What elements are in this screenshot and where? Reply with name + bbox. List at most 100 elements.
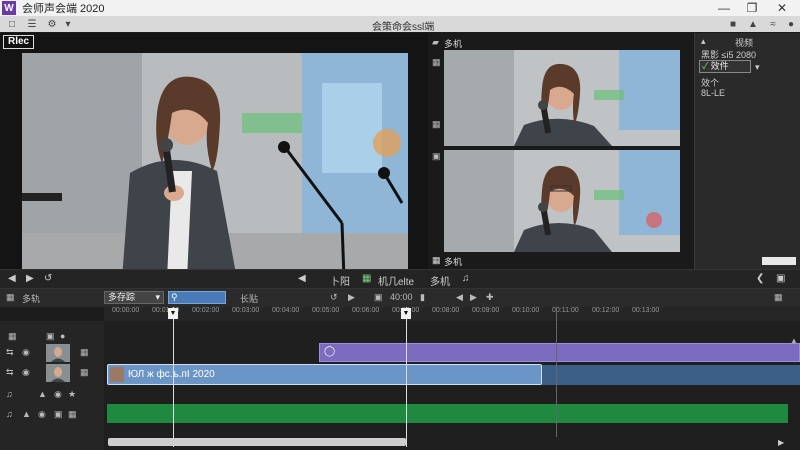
track-headers: ▦ ▣ ● ⇆ ◉ ▦ ⇆ ◉ ▦ ♫ ▲ ◉ ★ ♫ ▲ ◉ ▣ ▦	[0, 321, 104, 450]
playhead-start-handle[interactable]: ▼	[168, 308, 178, 319]
link-icon[interactable]: ⇆	[6, 347, 14, 358]
playhead-start[interactable]	[173, 307, 174, 447]
check-icon: ✓	[702, 61, 711, 71]
camera-icon[interactable]: ▰	[432, 37, 439, 48]
chevron-down-icon: ▾	[155, 292, 160, 302]
user-icon[interactable]: ●	[785, 18, 797, 30]
panel-item-selected[interactable]: ✓ 效件	[699, 60, 751, 73]
audio-icon[interactable]: ♫	[462, 273, 470, 284]
frame-icon[interactable]: ▣	[374, 292, 383, 303]
ruler-tick: 00:12:00	[592, 307, 620, 314]
track-settings-icon[interactable]: ▦	[6, 292, 15, 303]
playhead-end-handle[interactable]: ▼	[401, 308, 411, 319]
music-track-icon[interactable]: ♫	[6, 409, 13, 419]
multicam-icon[interactable]: ▦	[362, 273, 371, 284]
minimize-icon[interactable]: —	[712, 0, 736, 16]
home-icon[interactable]: □	[6, 18, 18, 30]
lock-icon[interactable]: ▣	[54, 409, 63, 420]
timeline-ruler[interactable]: 00:00:00 00:01:00 00:02:00 00:03:00 00:0…	[104, 307, 800, 321]
mute-icon[interactable]: ◉	[38, 409, 46, 420]
next-icon[interactable]: ▶	[470, 292, 477, 303]
playhead-end[interactable]	[406, 307, 407, 447]
window-title: 会师声会端 2020	[22, 3, 105, 15]
play-icon[interactable]: ▶	[348, 292, 355, 303]
track-header-row: ♫ ▲ ◉ ▣ ▦	[0, 405, 104, 425]
speaker-icon[interactable]: ▲	[38, 389, 47, 399]
panel-scrollbar[interactable]	[762, 257, 796, 265]
playback-label-1: 卜阳	[330, 277, 350, 288]
play-icon[interactable]: ▶	[26, 273, 34, 284]
link-icon[interactable]: ⇆	[6, 367, 14, 378]
cam-bottom-icon[interactable]: ▦	[432, 255, 441, 266]
video-clip-label: ЮЛ ж фс.ъ.пI 2020	[128, 369, 215, 380]
rewind-icon[interactable]: ◀	[298, 273, 306, 284]
fx-icon[interactable]: ▦	[68, 409, 77, 420]
marker-line	[556, 307, 557, 437]
title-clip[interactable]: ◯	[319, 343, 800, 362]
ruler-tick: 00:06:00	[352, 307, 380, 314]
track-header-row: ⇆ ◉ ▦	[0, 363, 104, 383]
star-icon[interactable]: ★	[68, 389, 76, 400]
loop-icon[interactable]: ↺	[44, 273, 52, 284]
panel-item-2: 效件	[710, 61, 729, 71]
skip-back-icon[interactable]: ◀	[8, 273, 16, 284]
user-icon[interactable]: ●	[60, 331, 65, 341]
main-preview-panel: Rlec	[0, 33, 428, 279]
lock-icon[interactable]: ▣	[46, 331, 55, 342]
eye-icon[interactable]: ◉	[22, 367, 30, 378]
clip-thumbnail	[110, 367, 124, 382]
bell-icon[interactable]: ▲	[747, 18, 759, 30]
camera-2-frame[interactable]	[444, 150, 680, 252]
main-video-frame[interactable]	[22, 53, 408, 279]
chevron-down-icon[interactable]: ▾	[755, 62, 760, 73]
camera-1-frame[interactable]	[444, 50, 680, 146]
audio-track-icon[interactable]: ♫	[6, 389, 13, 399]
close-icon[interactable]: ✕	[770, 0, 794, 16]
horizontal-scrollbar[interactable]	[108, 438, 406, 446]
marker-icon[interactable]: ▮	[420, 292, 425, 303]
mute-icon[interactable]: ◉	[54, 389, 62, 400]
video-clip-extension[interactable]	[541, 365, 800, 385]
multicam-panel: ▰ 多机 ▦ ▦ ▣ ▦ 多机	[428, 33, 694, 269]
rec-badge: Rlec	[3, 35, 35, 49]
track-dropdown-value: 多存踪	[108, 292, 136, 302]
lock-icon[interactable]: ■	[727, 18, 739, 30]
timeline-tracks: ◯ ЮЛ ж фс.ъ.пI 2020	[104, 321, 800, 450]
dropdown-icon[interactable]: ▾	[62, 18, 74, 30]
restore-icon[interactable]: ❐	[740, 0, 764, 16]
timeline-settings-icon[interactable]: ▦	[774, 292, 783, 303]
list-icon[interactable]: ☰	[26, 18, 38, 30]
wifi-icon[interactable]: ≈	[767, 18, 779, 30]
ruler-tick: 00:03:00	[232, 307, 260, 314]
grid-icon[interactable]: ▦	[432, 57, 441, 68]
layout-icon[interactable]: ▦	[432, 119, 441, 130]
eye-icon[interactable]: ◉	[22, 347, 30, 358]
audio-clip[interactable]	[107, 404, 788, 423]
settings-icon[interactable]: ⚙	[46, 18, 58, 30]
loop-icon[interactable]: ↺	[330, 292, 338, 303]
ruler-tick: 00:09:00	[472, 307, 500, 314]
zoom-icon[interactable]: ✚	[486, 292, 494, 303]
timeline-search-input[interactable]: ⚲	[168, 291, 226, 304]
scroll-right-icon[interactable]: ▶	[778, 438, 784, 447]
vscroll-up-icon[interactable]: ▲	[790, 336, 798, 345]
track-thumbnail	[46, 364, 70, 382]
ruler-tick: 00:04:00	[272, 307, 300, 314]
playback-label-2: 机几elte	[378, 277, 415, 288]
fx-icon[interactable]: ▦	[80, 347, 89, 358]
track-header-row: ♫ ▲ ◉ ★	[0, 385, 104, 405]
video-track-icon[interactable]: ▦	[8, 331, 17, 342]
track-dropdown[interactable]: 多存踪 ▾	[104, 291, 164, 304]
ruler-tick: 00:05:00	[312, 307, 340, 314]
close-panel-icon[interactable]: ❮	[756, 273, 764, 284]
search-icon: ⚲	[171, 292, 178, 302]
fx-icon[interactable]: ▦	[80, 367, 89, 378]
panel-up-icon[interactable]: ▴	[701, 36, 706, 47]
volume-icon[interactable]: ▲	[22, 409, 31, 419]
fullscreen-icon[interactable]: ▣	[776, 273, 785, 284]
panel-item-4[interactable]: 8L-LE	[701, 88, 725, 98]
lock-icon[interactable]: ▣	[432, 151, 441, 162]
timecode: 40:00	[390, 292, 413, 302]
prev-icon[interactable]: ◀	[456, 292, 463, 303]
playback-label-3: 多机	[430, 277, 450, 288]
